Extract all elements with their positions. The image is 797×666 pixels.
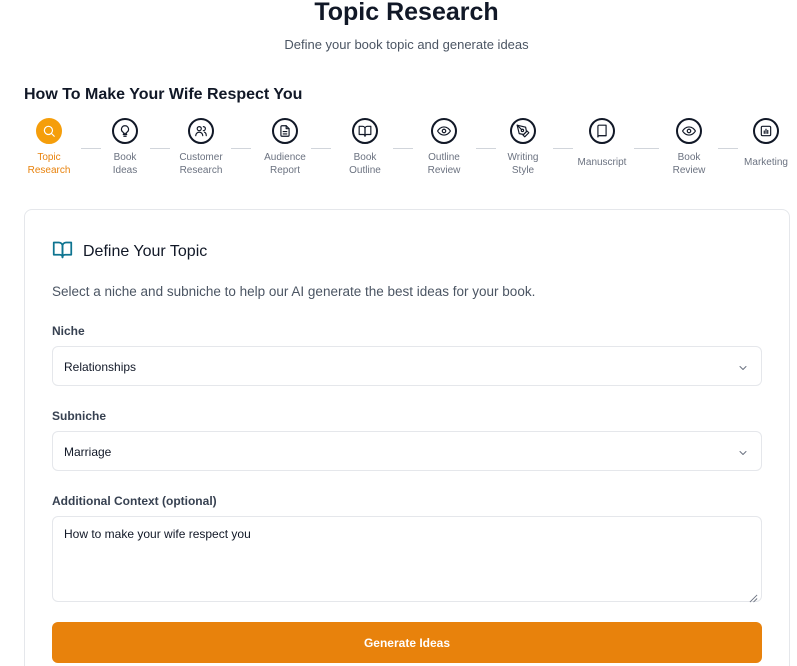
generate-ideas-button[interactable]: Generate Ideas [52,622,762,663]
step-label: Audience Report [264,152,306,176]
bar-chart-icon [753,118,779,144]
additional-context-textarea[interactable]: How to make your wife respect you [52,516,762,602]
subniche-select[interactable]: Marriage [52,431,762,471]
step-book-outline[interactable]: Book Outline [325,118,405,177]
eye-icon [676,118,702,144]
lightbulb-icon [112,118,138,144]
card-title: Define Your Topic [83,243,208,260]
open-book-icon [52,239,73,265]
pen-tool-icon [510,118,536,144]
niche-select-value: Relationships [64,360,137,374]
step-topic-research[interactable]: Topic Research [9,118,89,177]
step-label: Marketing [744,157,788,168]
niche-select[interactable]: Relationships [52,346,762,386]
page-subtitle: Define your book topic and generate idea… [284,37,529,52]
niche-label: Niche [52,324,85,338]
step-writing-style[interactable]: Writing Style [483,118,563,177]
step-customer-research[interactable]: Customer Research [161,118,241,177]
step-marketing[interactable]: Marketing [726,118,797,169]
resize-handle-icon[interactable] [749,590,758,603]
step-label: Manuscript [577,157,627,168]
subniche-select-value: Marriage [64,445,112,459]
step-label: Writing Style [507,152,539,176]
card-description: Select a niche and subniche to help our … [52,284,536,299]
step-label: Book Ideas [112,152,138,176]
step-label: Book Review [672,152,706,176]
additional-context-label: Additional Context (optional) [52,494,217,508]
chevron-down-icon [737,361,749,373]
search-icon [36,118,62,144]
progress-stepper: Topic Research Book Ideas Customer Resea… [0,118,797,188]
step-book-ideas[interactable]: Book Ideas [85,118,165,177]
step-label: Topic Research [27,152,71,176]
step-label: Book Outline [349,152,381,176]
page-title: Topic Research [314,0,499,26]
book-title: How To Make Your Wife Respect You [24,86,303,103]
step-audience-report[interactable]: Audience Report [245,118,325,177]
eye-icon [431,118,457,144]
step-book-review[interactable]: Book Review [649,118,729,177]
step-manuscript[interactable]: Manuscript [562,118,642,169]
users-icon [188,118,214,144]
book-icon [589,118,615,144]
step-outline-review[interactable]: Outline Review [404,118,484,177]
card-header: Define Your Topic [52,239,207,265]
open-book-icon [352,118,378,144]
step-label: Outline Review [427,152,461,176]
define-topic-card: Define Your Topic Select a niche and sub… [24,209,790,666]
chevron-down-icon [737,446,749,458]
step-label: Customer Research [179,152,223,176]
document-icon [272,118,298,144]
subniche-label: Subniche [52,409,107,423]
